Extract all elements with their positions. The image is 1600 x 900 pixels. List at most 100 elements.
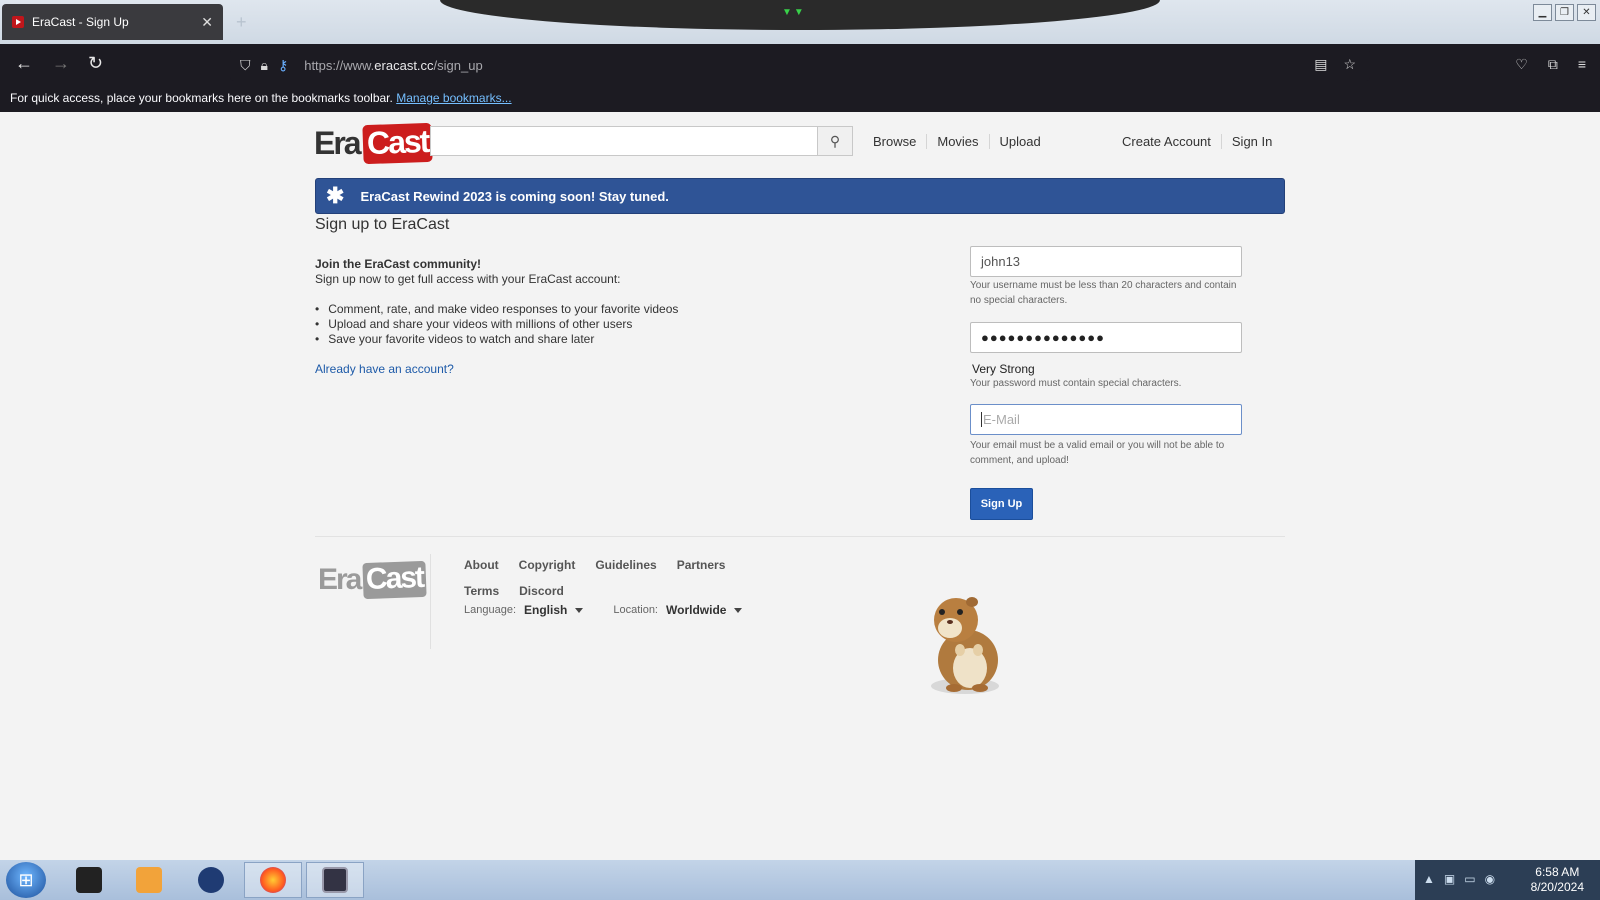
- taskbar-app-firefox[interactable]: [244, 862, 302, 898]
- search-icon: ⚲: [829, 132, 841, 149]
- media-player-icon: [136, 867, 162, 893]
- benefits-list: Comment, rate, and make video responses …: [315, 302, 678, 347]
- list-item: Save your favorite videos to watch and s…: [315, 332, 678, 347]
- browser-navbar: ← → ↻ ⛉ 🔒︎ ⚷ https://www.eracast.cc/sign…: [0, 44, 1600, 86]
- os-taskbar: ⊞ ▲ ▣ ▭ ◉ 6:58 AM 8/20/2024: [0, 860, 1600, 900]
- footer-locale: Language: English Location: Worldwide: [464, 603, 772, 617]
- shield-icon[interactable]: ⛉: [240, 57, 251, 74]
- chevron-down-icon[interactable]: [575, 607, 584, 613]
- taskbar-app-media-player[interactable]: [120, 862, 178, 898]
- page-content: Era Cast ⚲ Browse Movies Upload Create A…: [0, 112, 1600, 860]
- join-title: Join the EraCast community!: [315, 257, 482, 271]
- lock-icon[interactable]: 🔒︎: [261, 57, 268, 74]
- wallpaper-notch: ▼▼: [440, 0, 1160, 30]
- footer-links-row1: About Copyright Guidelines Partners: [464, 558, 725, 572]
- url-text[interactable]: https://www.eracast.cc/sign_up: [304, 58, 482, 73]
- nav-sign-in[interactable]: Sign In: [1222, 134, 1282, 149]
- taskbar-app-terminal[interactable]: [60, 862, 118, 898]
- banner-text: EraCast Rewind 2023 is coming soon! Stay…: [360, 188, 669, 204]
- language-label: Language:: [464, 604, 516, 616]
- bookmark-star-icon[interactable]: ☆: [1343, 56, 1356, 73]
- join-subtitle: Sign up now to get full access with your…: [315, 272, 621, 286]
- eracast-logo[interactable]: Era Cast: [314, 122, 433, 165]
- email-field[interactable]: E-Mail: [970, 404, 1242, 435]
- forward-arrow-icon[interactable]: →: [52, 53, 70, 74]
- list-item: Comment, rate, and make video responses …: [315, 302, 678, 317]
- youtube-favicon-icon: [12, 16, 24, 28]
- asterisk-icon: ✱: [326, 183, 345, 208]
- footer-divider: [315, 536, 1285, 537]
- password-strength: Very Strong: [972, 362, 1035, 376]
- password-field[interactable]: ●●●●●●●●●●●●●●: [970, 322, 1242, 353]
- footer-link-guidelines[interactable]: Guidelines: [595, 558, 656, 572]
- language-select[interactable]: English: [524, 603, 567, 617]
- globe-icon: [198, 867, 224, 893]
- system-tray: ▲ ▣ ▭ ◉ 6:58 AM 8/20/2024: [1415, 860, 1600, 900]
- email-help: Your email must be a valid email or you …: [970, 440, 1225, 466]
- show-hidden-icons-icon[interactable]: ▲: [1423, 872, 1435, 886]
- footer-links-row2: Terms Discord: [464, 584, 564, 598]
- terminal-icon: [76, 867, 102, 893]
- footer-link-about[interactable]: About: [464, 558, 499, 572]
- text-caret: [981, 412, 982, 427]
- nav-browse[interactable]: Browse: [863, 134, 928, 149]
- browser-tab[interactable]: EraCast - Sign Up ✕: [2, 4, 223, 40]
- search-input[interactable]: [430, 126, 818, 156]
- bookmarks-toolbar: For quick access, place your bookmarks h…: [0, 86, 1600, 112]
- location-label: Location:: [613, 604, 658, 616]
- reload-icon[interactable]: ↻: [88, 53, 103, 74]
- close-window-icon[interactable]: ✕: [1577, 4, 1596, 21]
- footer-link-discord[interactable]: Discord: [519, 584, 564, 598]
- pocket-icon[interactable]: ♡: [1515, 56, 1528, 73]
- footer-link-partners[interactable]: Partners: [677, 558, 726, 572]
- manage-bookmarks-link[interactable]: Manage bookmarks...: [396, 91, 511, 105]
- system-clock[interactable]: 6:58 AM 8/20/2024: [1531, 865, 1584, 895]
- location-select[interactable]: Worldwide: [666, 603, 726, 617]
- username-field[interactable]: john13: [970, 246, 1242, 277]
- browser-tools: ♡ ⧉ ≡: [1515, 56, 1586, 73]
- extensions-icon[interactable]: ⧉: [1548, 56, 1558, 73]
- network-icon[interactable]: ▣: [1444, 872, 1455, 886]
- windows-logo-icon: ⊞: [18, 869, 34, 890]
- clock-date: 8/20/2024: [1530, 880, 1584, 894]
- nav-movies[interactable]: Movies: [927, 134, 990, 149]
- sign-up-button[interactable]: Sign Up: [970, 488, 1033, 520]
- browser-titlebar: ▼▼ EraCast - Sign Up ✕ + ▁ ❐ ✕: [0, 0, 1600, 44]
- footer-separator: [430, 554, 431, 649]
- username-help: Your username must be less than 20 chara…: [970, 280, 1237, 306]
- main-nav: Browse Movies Upload: [863, 134, 1051, 149]
- display-icon[interactable]: ▭: [1464, 872, 1475, 886]
- key-icon[interactable]: ⚷: [278, 57, 288, 74]
- tab-close-icon[interactable]: ✕: [201, 14, 213, 31]
- signup-info: Join the EraCast community! Sign up now …: [315, 257, 678, 377]
- clock-time: 6:58 AM: [1535, 865, 1580, 879]
- start-button[interactable]: ⊞: [6, 862, 46, 898]
- taskbar-app-window[interactable]: [306, 862, 364, 898]
- back-arrow-icon[interactable]: ←: [15, 53, 33, 74]
- firefox-icon: [260, 867, 286, 893]
- restore-icon[interactable]: ❐: [1555, 4, 1574, 21]
- new-tab-button[interactable]: +: [236, 12, 247, 33]
- search-button[interactable]: ⚲: [817, 126, 853, 156]
- footer-link-terms[interactable]: Terms: [464, 584, 499, 598]
- bookmarks-hint: For quick access, place your bookmarks h…: [10, 91, 393, 105]
- footer-logo[interactable]: Era Cast: [318, 560, 428, 600]
- window-icon: [322, 867, 348, 893]
- email-placeholder: E-Mail: [983, 412, 1020, 427]
- volume-icon[interactable]: ◉: [1485, 872, 1495, 886]
- url-bar[interactable]: ⛉ 🔒︎ ⚷ https://www.eracast.cc/sign_up ▤ …: [230, 49, 1370, 81]
- nav-upload[interactable]: Upload: [990, 134, 1051, 149]
- chevron-down-icon[interactable]: [734, 607, 743, 613]
- minimize-icon[interactable]: ▁: [1533, 4, 1552, 21]
- window-controls: ▁ ❐ ✕: [1533, 4, 1596, 21]
- reader-view-icon[interactable]: ▤: [1314, 56, 1327, 73]
- tab-title: EraCast - Sign Up: [32, 15, 129, 29]
- account-nav: Create Account Sign In: [1112, 134, 1282, 149]
- taskbar-app-globe[interactable]: [182, 862, 240, 898]
- list-item: Upload and share your videos with millio…: [315, 317, 678, 332]
- footer-link-copyright[interactable]: Copyright: [519, 558, 576, 572]
- already-have-account-link[interactable]: Already have an account?: [315, 362, 678, 377]
- announcement-banner: ✱ EraCast Rewind 2023 is coming soon! St…: [315, 178, 1285, 214]
- nav-create-account[interactable]: Create Account: [1112, 134, 1222, 149]
- menu-icon[interactable]: ≡: [1578, 56, 1586, 73]
